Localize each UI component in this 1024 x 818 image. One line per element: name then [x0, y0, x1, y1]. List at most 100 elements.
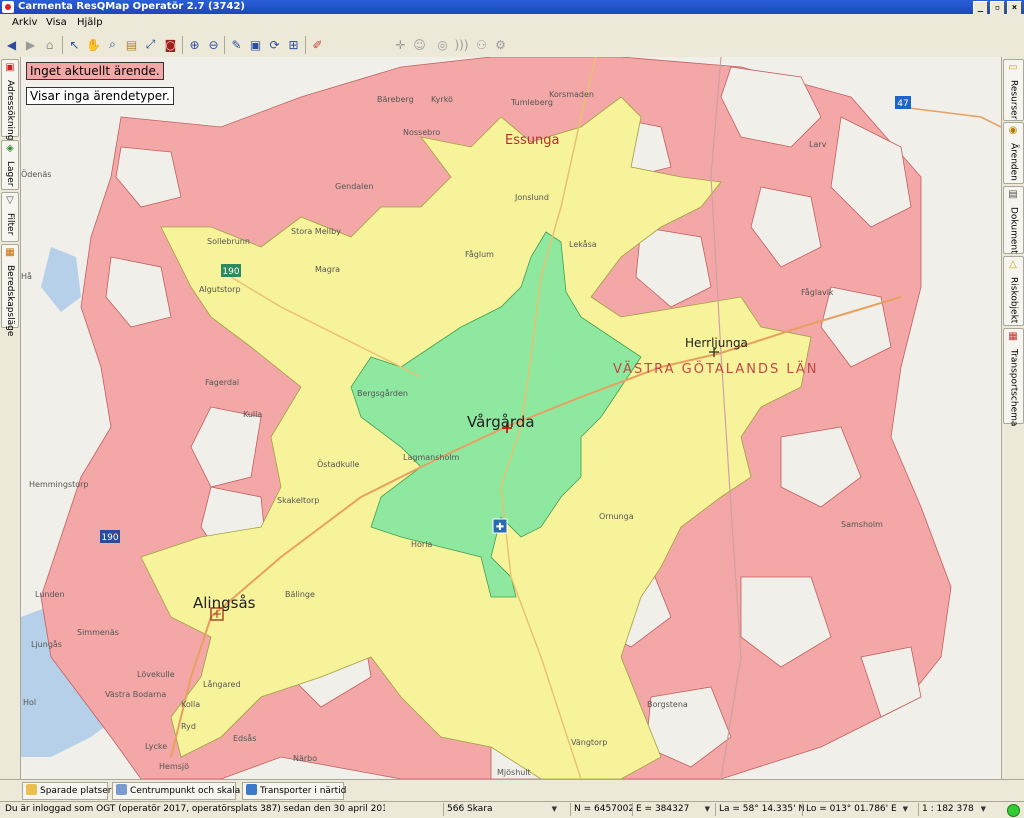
place-label: Kyrkö — [431, 95, 453, 104]
place-label: Vängtorp — [571, 738, 607, 747]
tab-resurser[interactable]: ▭ Resurser — [1003, 59, 1024, 121]
place-vargarda: Vårgårda — [467, 413, 535, 431]
back-icon[interactable]: ◀ — [3, 36, 20, 53]
login-status: Du är inloggad som OGT (operatör 2017, o… — [5, 804, 385, 814]
toolbar: ◀ ▶ ⌂ ↖ ✋ ⌕ ▤ ⤢ ◙ ⊕ ⊖ ✎ ▣ ⟳ ⊞ ✐ ✛ ☺ ◎ ))… — [0, 33, 1024, 58]
radio-icon[interactable]: ))) — [453, 36, 470, 53]
tab-label: Transportschema — [1008, 349, 1019, 427]
dropdown-arrow-icon: ▼ — [980, 805, 986, 813]
tab-label: Beredskapsläge — [5, 265, 15, 337]
road-shield-label: 190 — [101, 533, 118, 543]
toolbar-separator — [182, 36, 183, 54]
person-icon[interactable]: ☺ — [411, 36, 428, 53]
map-canvas[interactable]: 190 190 47 ✚ VÄSTRA GÖTALANDS LÄN Vårgår… — [21, 57, 1001, 779]
locate-icon[interactable]: ⤢ — [142, 36, 159, 53]
extent-icon[interactable]: ⊞ — [285, 36, 302, 53]
menu-visa[interactable]: Visa — [46, 17, 67, 28]
road-shield-label: 47 — [897, 99, 908, 109]
tab-dokument[interactable]: ▤ Dokument — [1003, 186, 1024, 254]
resources-icon: ▭ — [1008, 62, 1018, 73]
tab-riskobjekt[interactable]: △ Riskobjekt — [1003, 256, 1024, 326]
tab-beredskapslage[interactable]: ▦ Beredskapsläge — [1, 244, 19, 336]
place-label: Västra Bodarna — [105, 690, 166, 699]
group-icon[interactable]: ⚇ — [473, 36, 490, 53]
tab-lager[interactable]: ◈ Lager — [1, 140, 19, 190]
place-label: Jonslund — [514, 193, 549, 202]
road-shield-190-a: 190 — [221, 264, 241, 277]
municipality-select[interactable]: 566 Skara ▼ — [443, 803, 559, 816]
draw-icon[interactable]: ✎ — [228, 36, 245, 53]
forward-icon[interactable]: ▶ — [22, 36, 39, 53]
easting-readout[interactable]: E = 384327 ▼ — [632, 803, 712, 816]
tab-centrumpunkt[interactable]: Centrumpunkt och skala — [112, 782, 240, 800]
place-label: Östadkulle — [317, 459, 359, 469]
tab-transporter[interactable]: Transporter i närtid — [242, 782, 346, 800]
place-label: Nossebro — [403, 128, 440, 137]
close-button[interactable]: × — [1007, 1, 1022, 15]
place-label: Fåglum — [465, 249, 494, 259]
dropdown-arrow-icon: ▼ — [551, 805, 557, 813]
document-icon: ▤ — [1008, 189, 1018, 200]
layer-icon[interactable]: ▣ — [247, 36, 264, 53]
map-view[interactable]: 190 190 47 ✚ VÄSTRA GÖTALANDS LÄN Vårgår… — [21, 57, 1001, 779]
place-label: Horla — [411, 540, 432, 549]
tab-label: Dokument — [1008, 207, 1019, 254]
tab-filter[interactable]: ▽ Filter — [1, 192, 19, 242]
longitude-value: Lo = 013° 01.786' E — [806, 804, 897, 814]
crosshair-icon[interactable]: ✛ — [392, 36, 409, 53]
place-label: Hol — [23, 698, 36, 707]
scale-readout[interactable]: 1 : 182 378 ▼ — [918, 803, 988, 816]
pointer-icon[interactable]: ↖ — [66, 36, 83, 53]
minimize-button[interactable]: _ — [973, 1, 988, 15]
restore-button[interactable]: ▫ — [990, 1, 1005, 15]
tab-sparade-platser[interactable]: Sparade platser — [22, 782, 111, 800]
tab-label: Riskobjekt — [1008, 277, 1019, 324]
zoom-in-icon[interactable]: ⊕ — [186, 36, 203, 53]
tab-label: Adressökning — [5, 80, 15, 141]
municipality-value: 566 Skara — [447, 804, 493, 814]
tab-transportschema[interactable]: ▦ Transportschema — [1003, 328, 1024, 427]
tab-label: Resurser — [1008, 80, 1019, 120]
bottom-tab-strip: Sparade platser Centrumpunkt och skala T… — [0, 779, 1024, 801]
place-label: Algutstorp — [199, 285, 241, 294]
place-label: Bälinge — [285, 590, 315, 599]
place-label: Lövekulle — [137, 670, 175, 679]
menu-arkiv[interactable]: Arkiv — [12, 17, 37, 28]
place-label: Närbo — [293, 754, 317, 763]
longitude-readout[interactable]: Lo = 013° 01.786' E ▼ — [802, 803, 910, 816]
measure-icon[interactable]: ▤ — [123, 36, 140, 53]
tab-label: Filter — [5, 213, 15, 236]
place-label: Ödenäs — [21, 169, 51, 179]
filter-icon: ▽ — [6, 195, 14, 206]
tab-label: Lager — [5, 161, 15, 187]
place-label: Stora Mellby — [291, 227, 341, 236]
eraser-icon[interactable]: ✐ — [309, 36, 326, 53]
home-icon[interactable]: ⌂ — [41, 36, 58, 53]
place-label: Hemmingstorp — [29, 480, 88, 489]
transport-icon — [246, 784, 257, 795]
place-label: Skakeltorp — [277, 496, 319, 505]
place-label: Magra — [315, 265, 340, 274]
settings-icon[interactable]: ⚙ — [492, 36, 509, 53]
tab-label: Ärenden — [1008, 143, 1019, 181]
place-essunga: Essunga — [505, 133, 559, 148]
place-label: Mjöshult — [497, 768, 531, 777]
no-active-case-banner: Inget aktuellt ärende. — [26, 62, 164, 80]
hospital-marker[interactable]: ✚ — [492, 518, 508, 534]
place-label: Bergsgården — [357, 388, 408, 398]
readiness-icon: ▦ — [5, 247, 15, 258]
refresh-icon[interactable]: ⟳ — [266, 36, 283, 53]
goto-icon[interactable]: ◙ — [162, 36, 179, 53]
zoom-out-icon[interactable]: ⊖ — [205, 36, 222, 53]
signal-icon[interactable]: ◎ — [434, 36, 451, 53]
tab-arenden[interactable]: ◉ Ärenden — [1003, 122, 1024, 184]
tab-label: Centrumpunkt och skala — [130, 786, 241, 796]
pan-hand-icon[interactable]: ✋ — [85, 36, 102, 53]
tab-adressokning[interactable]: ▣ Adressökning — [1, 59, 19, 141]
app-icon — [2, 1, 14, 13]
road-shield-47: 47 — [895, 96, 911, 109]
window-title: Carmenta ResQMap Operatör 2.7 (3742) — [18, 1, 245, 12]
menu-hjalp[interactable]: Hjälp — [77, 17, 103, 28]
zoom-rect-icon[interactable]: ⌕ — [104, 36, 121, 53]
place-label: Lekåsa — [569, 239, 597, 249]
